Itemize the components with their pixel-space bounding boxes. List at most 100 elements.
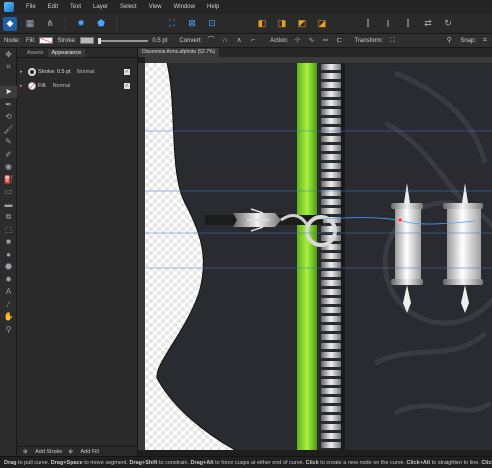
document-tab[interactable]: Dissomnia Arms.afphoto (52.7%): [138, 48, 220, 57]
gear-icon[interactable]: ✹: [74, 17, 88, 31]
menu-edit[interactable]: Edit: [42, 4, 64, 10]
selected-node[interactable]: [397, 217, 403, 223]
status-text: to create a new node on the curve.: [318, 460, 407, 466]
photo-persona-icon[interactable]: ◆: [3, 16, 17, 31]
expand-triangle-icon[interactable]: ▸: [20, 83, 26, 89]
status-text: to pull curve.: [16, 460, 51, 466]
zipper-tooth: [321, 361, 341, 367]
node-mode-label: Node:: [4, 37, 21, 44]
status-key-combo: Drag+Alt: [190, 460, 214, 466]
stroke-width-slider[interactable]: [98, 37, 149, 44]
ellipse-tool-icon[interactable]: ●: [0, 248, 17, 261]
fill-row-blend[interactable]: Normal: [53, 83, 71, 89]
eyedropper-icon[interactable]: ⁄: [0, 298, 17, 311]
convert-label: Convert:: [179, 37, 203, 44]
arrange-forward-icon[interactable]: ◨: [275, 17, 289, 31]
zipper-tooth: [321, 442, 341, 448]
lasso-tool-icon[interactable]: ⟲: [0, 111, 17, 124]
menu-select[interactable]: Select: [114, 4, 143, 10]
document-canvas[interactable]: [145, 63, 492, 450]
hand-tool-icon[interactable]: ✋: [0, 311, 17, 324]
snap-label: Snap:: [460, 37, 476, 44]
transform-mode-icon[interactable]: ⛶: [387, 37, 397, 45]
menu-file[interactable]: File: [20, 4, 42, 10]
stroke-row-blend[interactable]: Normal: [77, 69, 95, 75]
erase-tool-icon[interactable]: ▬: [0, 198, 17, 211]
snap-options-icon[interactable]: ⌗: [480, 37, 490, 45]
arrange-back-icon[interactable]: ◧: [255, 17, 269, 31]
menu-window[interactable]: Window: [168, 4, 201, 10]
gradient-tool-icon[interactable]: ▭: [0, 186, 17, 199]
selection-brush-icon[interactable]: ⊡: [205, 17, 219, 31]
color-picker-icon[interactable]: ◉: [0, 161, 17, 174]
zipper-tooth: [321, 181, 341, 187]
tab-assets[interactable]: Assets: [23, 49, 48, 57]
artwork[interactable]: [145, 63, 492, 450]
pen-tool-icon[interactable]: ✒: [0, 98, 17, 111]
vertical-ruler[interactable]: [138, 63, 145, 450]
convert-smart-icon[interactable]: ∧: [234, 37, 244, 45]
zipper-teeth: [321, 64, 341, 448]
menu-text[interactable]: Text: [64, 4, 87, 10]
view-tool-icon[interactable]: ✥: [0, 48, 17, 61]
clone-tool-icon[interactable]: ⧉: [0, 211, 17, 224]
toolbar-divider: [65, 16, 66, 31]
stroke-row[interactable]: ▸ Stroke: 0.5 pt Normal ✓: [17, 66, 138, 78]
arrange-top-icon[interactable]: ◪: [315, 17, 329, 31]
align-right-icon[interactable]: ⫿: [401, 17, 415, 31]
menu-help[interactable]: Help: [201, 4, 225, 10]
add-fill-label: Add Fill: [80, 448, 99, 455]
app-logo-icon[interactable]: [4, 2, 14, 12]
menu-view[interactable]: View: [143, 4, 168, 10]
expand-triangle-icon[interactable]: ▸: [20, 69, 26, 75]
pentagon-icon[interactable]: ⬟: [94, 17, 108, 31]
flip-icon[interactable]: ⇄: [421, 17, 435, 31]
crop-tool-icon[interactable]: ⌗: [0, 61, 17, 74]
rectangle-tool-icon[interactable]: ■: [0, 236, 17, 249]
fill-tool-icon[interactable]: ⛽: [0, 173, 17, 186]
zipper-tooth: [321, 253, 341, 259]
close-curve-icon[interactable]: ∿: [306, 37, 316, 45]
brush-tool-icon[interactable]: 🖌: [0, 123, 17, 136]
node-tool-icon[interactable]: ➤: [0, 85, 17, 98]
marquee-tool-icon[interactable]: ⬚: [0, 223, 17, 236]
align-left-icon[interactable]: ⫿: [361, 17, 375, 31]
zipper-tooth: [321, 82, 341, 88]
zoom-tool-icon[interactable]: ⚲: [0, 323, 17, 336]
pencil-tool-icon[interactable]: ✎: [0, 136, 17, 149]
align-center-icon[interactable]: ⫾: [381, 17, 395, 31]
smooth-curve-icon[interactable]: ∾: [320, 37, 330, 45]
rotate-icon[interactable]: ↻: [441, 17, 455, 31]
join-curves-icon[interactable]: ⊏: [334, 37, 344, 45]
menu-layer[interactable]: Layer: [87, 4, 114, 10]
convert-smooth-icon[interactable]: ∩: [220, 37, 230, 45]
fill-row[interactable]: ▸ Fill: Normal ✓: [17, 80, 138, 92]
convert-line-icon[interactable]: ⌐: [248, 37, 258, 45]
text-tool-icon[interactable]: A: [0, 286, 17, 299]
snapping-icon[interactable]: ⚲: [444, 37, 454, 45]
stroke-width-value[interactable]: 0.5 pt: [152, 38, 167, 44]
convert-sharp-icon[interactable]: ⌒: [206, 37, 216, 45]
add-fill-button[interactable]: ⊕ Add Fill: [68, 449, 98, 455]
zipper-tooth: [321, 415, 341, 421]
selection-cross-icon[interactable]: ⊠: [185, 17, 199, 31]
fill-visible-checkbox[interactable]: ✓: [124, 83, 130, 89]
shape-tool-icon[interactable]: ⬣: [0, 261, 17, 274]
stroke-ring-icon: [28, 68, 36, 76]
stroke-swatch[interactable]: [80, 37, 95, 44]
fill-swatch[interactable]: [39, 37, 54, 44]
add-stroke-button[interactable]: ⊕ Add Stroke: [23, 449, 62, 455]
fill-row-label: Fill:: [38, 83, 47, 89]
grid-persona-icon[interactable]: ▦: [23, 17, 37, 31]
zipper-tooth: [321, 91, 341, 97]
document-tab-strip: Dissomnia Arms.afphoto (52.7%): [138, 48, 492, 57]
selection-box-icon[interactable]: ⛶: [165, 17, 179, 31]
tab-appearance[interactable]: Appearance: [47, 49, 86, 57]
gear-shape-icon[interactable]: ✹: [0, 273, 17, 286]
paint-mixer-icon[interactable]: ✐: [0, 148, 17, 161]
break-curve-icon[interactable]: ⊹: [292, 37, 302, 45]
stroke-visible-checkbox[interactable]: ✓: [124, 69, 130, 75]
share-icon[interactable]: ⋔: [43, 17, 57, 31]
arrange-front-icon[interactable]: ◩: [295, 17, 309, 31]
fill-label: Fill:: [26, 37, 36, 44]
